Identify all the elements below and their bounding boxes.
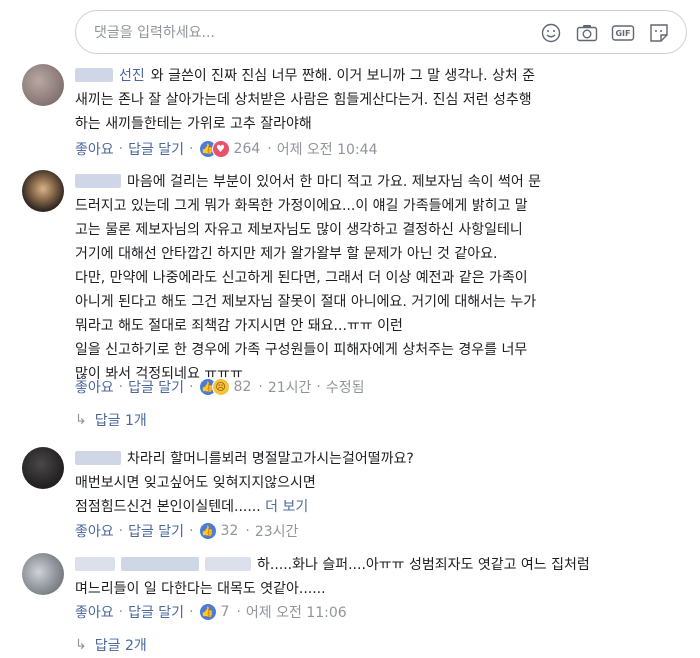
comment-line: 새끼는 존나 잘 살아가는데 상처받은 사람은 힘들게산다는거. 진심 저런 성… (75, 92, 532, 108)
comment-actions: 좋아요 · 답글 달기 · 👍 ♥ 264 · 어제 오전 10:44 (75, 139, 378, 159)
avatar[interactable] (22, 170, 64, 212)
comment-line: 일을 신고하기로 한 경우에 가족 구성원들이 피해자에게 상처주는 경우를 너… (75, 342, 528, 358)
reply-arrow-icon: ↳ (75, 637, 87, 653)
comment-line: 아니게 된다고 해도 그건 제보자님 잘못이 절대 아니에요. 거기에 대해서는… (75, 294, 537, 310)
author-name-blurred[interactable] (75, 68, 113, 82)
like-reaction-icon: 👍 (198, 603, 217, 621)
comment-line: 뭐라고 해도 절대로 죄책감 가지시면 안 돼요...ㅠㅠ 이런 (75, 318, 403, 334)
reaction-count[interactable]: 264 (234, 141, 261, 157)
comment-line: 마음에 걸리는 부분이 있어서 한 마디 적고 가요. 제보자님 속이 썩어 문 (127, 174, 542, 190)
reactions[interactable]: 👍 (198, 603, 217, 621)
comment-actions: 좋아요 · 답글 달기 · 👍 ☹ 82 · 21시간 · 수정됨 (75, 377, 365, 397)
comment-line: 점점힘드신건 본인이실텐데...... (75, 499, 261, 515)
comment-body: 마음에 걸리는 부분이 있어서 한 마디 적고 가요. 제보자님 속이 썩어 문… (75, 170, 670, 386)
comment-line: 며느리들이 일 다한다는 대목도 엿같아...... (75, 581, 326, 597)
author-name-blurred[interactable] (75, 174, 121, 188)
view-replies-link[interactable]: ↳ 답글 1개 (75, 410, 147, 430)
replies-count[interactable]: 답글 2개 (95, 635, 147, 655)
timestamp[interactable]: 어제 오전 10:44 (277, 139, 378, 159)
comment-line: 거기에 대해선 안타깝긴 하지만 제가 왈가왈부 할 문제가 아닌 것 같아요. (75, 246, 498, 262)
reactions[interactable]: 👍 ♥ (198, 140, 230, 158)
comment-body: 차라리 할머니를뵈러 명절말고가시는걸어떨까요? 매번보시면 잊고싶어도 잊혀지… (75, 447, 670, 519)
like-button[interactable]: 좋아요 (75, 521, 114, 541)
reaction-count[interactable]: 7 (221, 604, 230, 620)
reply-button[interactable]: 답글 달기 (128, 377, 184, 397)
reaction-count[interactable]: 82 (234, 379, 252, 395)
timestamp[interactable]: 어제 오전 11:06 (246, 602, 347, 622)
like-button[interactable]: 좋아요 (75, 139, 114, 159)
like-button[interactable]: 좋아요 (75, 377, 114, 397)
gif-icon[interactable]: GIF (610, 21, 636, 45)
reactions[interactable]: 👍 (198, 522, 217, 540)
reply-arrow-icon: ↳ (75, 412, 87, 428)
reaction-count[interactable]: 32 (221, 523, 239, 539)
comment-line: 하.....화나 슬퍼....아ㅠㅠ 성범죄자도 엿같고 여느 집처럼 (257, 557, 590, 573)
comment-body: 선진 와 글쓴이 진짜 진심 너무 짠해. 이거 보니까 그 말 생각나. 상처 … (75, 64, 670, 136)
comment-line: 매번보시면 잊고싶어도 잊혀지지않으시면 (75, 475, 316, 491)
comment-actions: 좋아요 · 답글 달기 · 👍 32 · 23시간 (75, 521, 299, 541)
edited-label[interactable]: 수정됨 (326, 377, 365, 397)
reply-button[interactable]: 답글 달기 (128, 521, 184, 541)
comment-line: 차라리 할머니를뵈러 명절말고가시는걸어떨까요? (127, 451, 414, 467)
comment-line: 하는 새끼들한테는 가위로 고추 잘라야해 (75, 116, 312, 132)
comment-actions: 좋아요 · 답글 달기 · 👍 7 · 어제 오전 11:06 (75, 602, 347, 622)
author-name-blurred[interactable] (205, 557, 251, 571)
gif-label: GIF (615, 29, 631, 38)
sticker-icon[interactable] (646, 21, 672, 45)
comment-line: 드러지고 있는데 그게 뭐가 화목한 가정이에요...이 얘길 가족들에게 밝히… (75, 198, 528, 214)
author-name-blurred[interactable] (121, 557, 199, 571)
love-reaction-icon: ♥ (211, 140, 230, 158)
reply-button[interactable]: 답글 달기 (128, 602, 184, 622)
reply-button[interactable]: 답글 달기 (128, 139, 184, 159)
view-replies-link[interactable]: ↳ 답글 2개 (75, 635, 147, 655)
comment-composer[interactable]: GIF (75, 10, 687, 54)
like-button[interactable]: 좋아요 (75, 602, 114, 622)
avatar[interactable] (22, 447, 64, 489)
camera-icon[interactable] (574, 21, 600, 45)
author-name[interactable]: 선진 (119, 68, 145, 84)
author-name-blurred[interactable] (75, 451, 121, 465)
comment-input[interactable] (92, 21, 496, 45)
author-name-blurred[interactable] (75, 557, 115, 571)
timestamp[interactable]: 21시간 (268, 377, 312, 397)
reactions[interactable]: 👍 ☹ (198, 378, 230, 396)
emoji-icon[interactable] (538, 21, 564, 45)
comment-line: 고는 물론 제보자님의 자유고 제보자님도 많이 생각하고 결정하신 사항일테니 (75, 222, 523, 238)
timestamp[interactable]: 23시간 (255, 521, 299, 541)
sad-reaction-icon: ☹ (211, 378, 230, 396)
avatar[interactable] (22, 64, 64, 106)
comment-line: 와 글쓴이 진짜 진심 너무 짠해. 이거 보니까 그 말 생각나. 상처 준 (150, 68, 536, 84)
comment-line: 다만, 만약에 나중에라도 신고하게 된다면, 그래서 더 이상 예전과 같은 … (75, 270, 528, 286)
replies-count[interactable]: 답글 1개 (95, 410, 147, 430)
like-reaction-icon: 👍 (198, 522, 217, 540)
see-more-link[interactable]: 더 보기 (265, 499, 308, 515)
comment-body: 하.....화나 슬퍼....아ㅠㅠ 성범죄자도 엿같고 여느 집처럼 며느리들… (75, 553, 670, 601)
avatar[interactable] (22, 553, 64, 595)
